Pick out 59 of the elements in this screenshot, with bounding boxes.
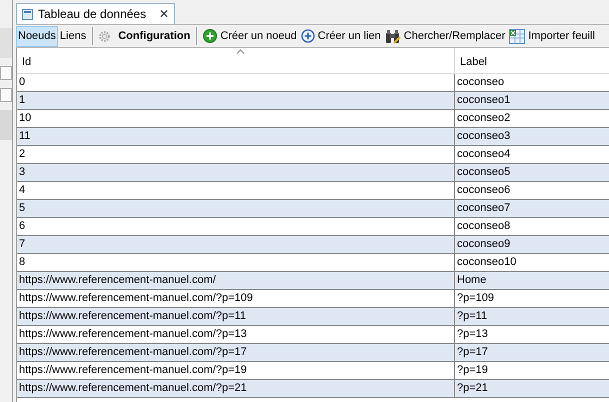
table-cell: 8: [17, 254, 455, 271]
table-cell-text: ?p=19: [456, 363, 489, 378]
table-cell: 2: [17, 146, 455, 163]
side-button[interactable]: [0, 66, 12, 80]
toolbar-button[interactable]: Créer un noeud: [201, 26, 299, 46]
side-button[interactable]: [0, 88, 12, 102]
table-cell: https://www.referencement-manuel.com/?p=11: [17, 308, 455, 325]
table-cell: 6: [17, 218, 455, 235]
table-cell-text: coconseo1: [456, 93, 512, 108]
table-cell-text: coconseo3: [456, 129, 512, 144]
table-cell: 4: [17, 182, 455, 199]
column-header[interactable]: Label: [455, 48, 609, 73]
table-cell-text: ?p=109: [456, 291, 496, 306]
plus-icon: [300, 29, 315, 43]
table-cell: https://www.referencement-manuel.com/?p=17: [17, 344, 455, 361]
table-cell: 11: [17, 128, 455, 145]
tab-title: Tableau de données: [38, 6, 146, 23]
close-icon[interactable]: ✕: [159, 5, 170, 23]
panel-strip: [0, 28, 12, 58]
table-cell: 10: [17, 110, 455, 127]
table-icon: [22, 8, 33, 20]
gear-icon: [99, 30, 110, 42]
view-toggle[interactable]: Noeuds: [16, 26, 58, 46]
table-cell: 0: [17, 74, 455, 91]
table-cell: https://www.referencement-manuel.com/?p=19: [17, 362, 455, 379]
table-cell-text: coconseo6: [456, 183, 512, 198]
table-cell-text: ?p=11: [456, 309, 488, 324]
table-cell-text: coconseo7: [456, 201, 512, 216]
table-cell-text: coconseo5: [456, 165, 512, 180]
table-cell: https://www.referencement-manuel.com/?p=109: [17, 290, 455, 307]
spreadsheet-icon: [509, 28, 526, 44]
table-cell-text: coconseo2: [456, 111, 512, 126]
sort-caret-icon: [236, 49, 244, 54]
table-cell-text: ?p=13: [456, 327, 489, 342]
table-cell-text: coconseo8: [456, 219, 512, 234]
table-cell-text: ?p=21: [456, 381, 489, 396]
table-cell-text: coconseo9: [456, 237, 512, 252]
panel-strip: [0, 110, 12, 140]
plus-icon: [203, 29, 218, 43]
column-header[interactable]: Id: [17, 48, 455, 73]
binoculars-icon: [384, 28, 401, 44]
table-cell: 3: [17, 164, 455, 181]
table-cell: https://www.referencement-manuel.com/: [17, 272, 455, 289]
toolbar-button[interactable]: Importer feuill: [507, 26, 597, 46]
toolbar-button[interactable]: Créer un lien: [298, 26, 383, 46]
table-cell: https://www.referencement-manuel.com/?p=21: [17, 380, 455, 397]
table-cell: 7: [17, 236, 455, 253]
table-cell-text: Home: [456, 273, 488, 288]
table-cell-text: ?p=17: [456, 345, 489, 360]
tab[interactable]: Tableau de données ✕: [16, 3, 176, 24]
table-cell-text: coconseo4: [456, 147, 512, 162]
table-cell-text: coconseo10: [456, 255, 518, 270]
table-cell: 5: [17, 200, 455, 217]
toolbar-button[interactable]: Chercher/Remplacer: [382, 26, 508, 46]
view-toggle[interactable]: Liens: [58, 26, 88, 46]
table-cell-text: coconseo: [456, 75, 506, 90]
table-cell: https://www.referencement-manuel.com/?p=13: [17, 326, 455, 343]
toolbar-button[interactable]: Configuration: [97, 26, 192, 46]
table-cell: 1: [17, 92, 455, 109]
